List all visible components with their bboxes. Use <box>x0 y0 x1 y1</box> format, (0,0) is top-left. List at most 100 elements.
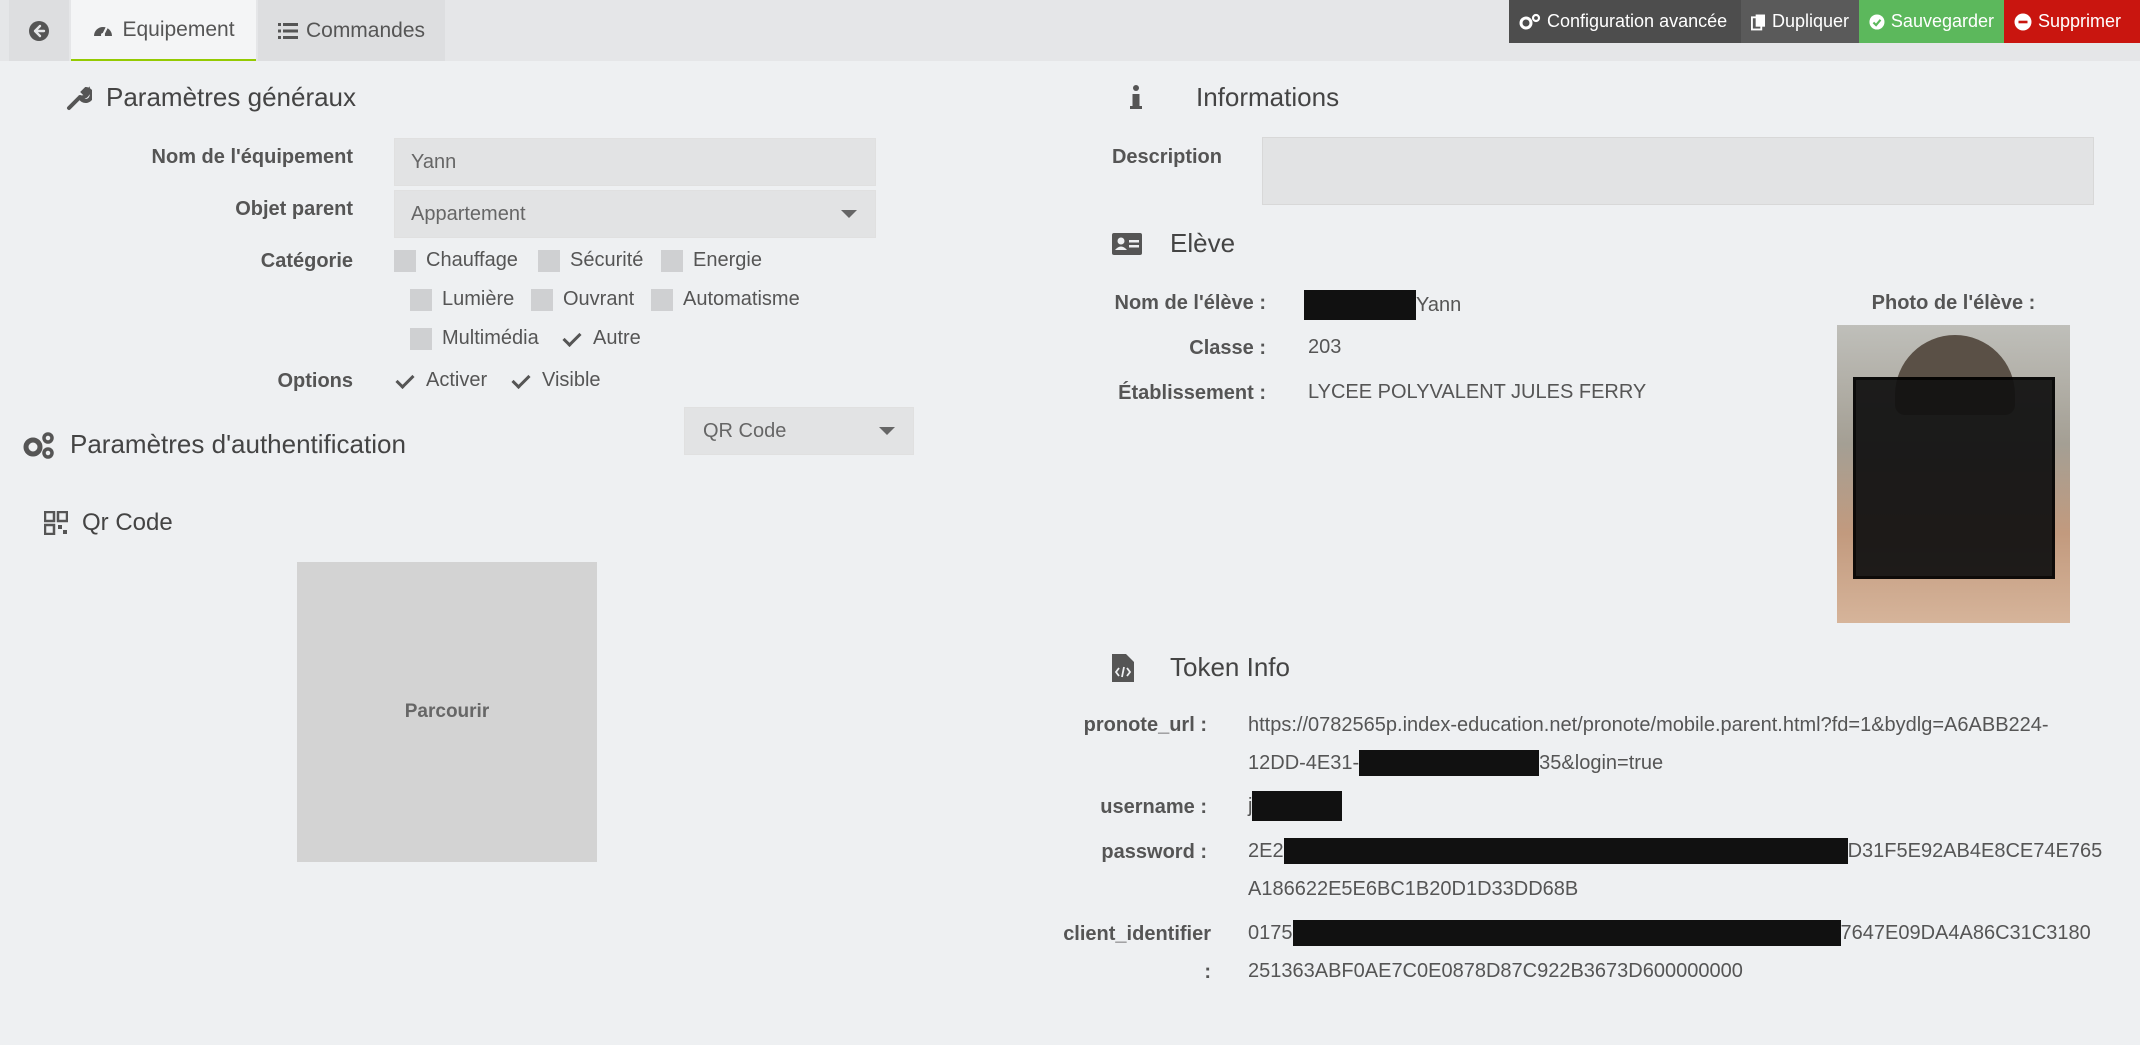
school-value: LYCEE POLYVALENT JULES FERRY <box>1308 381 1647 403</box>
category-checkbox[interactable]: Sécurité <box>538 249 643 272</box>
category-label-text: Automatisme <box>683 288 800 310</box>
id-card-icon <box>1112 232 1142 255</box>
checkbox-box <box>510 370 532 392</box>
save-button[interactable]: Sauvegarder <box>1859 0 2004 43</box>
delete-label: Supprimer <box>2038 11 2122 31</box>
info-section-title: Informations <box>1130 82 1339 113</box>
qr-upload-area[interactable]: Parcourir <box>297 562 597 862</box>
auth-mode-select[interactable]: QR Code <box>684 407 914 455</box>
auth-mode-value: QR Code <box>703 419 787 442</box>
category-checkbox[interactable]: Automatisme <box>651 288 800 311</box>
visible-checkbox[interactable]: Visible <box>510 369 601 392</box>
checkbox-box <box>651 288 673 311</box>
general-title-text: Paramètres généraux <box>106 82 357 112</box>
student-photo <box>1837 325 2070 623</box>
duplicate-button[interactable]: Dupliquer <box>1741 0 1859 43</box>
password-part: D31F5E92AB4E8CE74E765 <box>1847 840 2103 862</box>
delete-button[interactable]: Supprimer <box>2004 0 2140 43</box>
student-photo-label: Photo de l'élève : <box>1871 292 2036 314</box>
checkbox-box <box>394 249 416 272</box>
client-label-line: : <box>1204 961 1211 983</box>
category-checkbox[interactable]: Autre <box>561 327 641 350</box>
info-icon <box>1130 84 1142 109</box>
info-title-text: Informations <box>1196 82 1340 112</box>
client-label-line: client_identifier <box>1063 923 1211 945</box>
cogs-icon <box>23 431 54 459</box>
browse-label: Parcourir <box>404 701 490 722</box>
student-section-title: Elève <box>1112 228 1235 259</box>
category-checkbox[interactable]: Energie <box>661 249 762 272</box>
token-title-text: Token Info <box>1170 652 1290 682</box>
option-label-text: Activer <box>426 369 488 391</box>
category-checkbox[interactable]: Lumière <box>410 288 514 311</box>
redaction-bar <box>1304 290 1416 320</box>
category-checkbox[interactable]: Chauffage <box>394 249 518 272</box>
save-label: Sauvegarder <box>1890 11 1994 31</box>
token-section-title: Token Info <box>1112 652 1290 683</box>
school-label: Établissement : <box>1118 382 1266 404</box>
password-line: 2E2 D31F5E92AB4E8CE74E765 <box>1248 832 2118 870</box>
chevron-down-icon <box>879 427 895 435</box>
redaction-bar <box>1292 920 1841 946</box>
parent-object-label: Objet parent <box>235 198 353 220</box>
dashboard-icon <box>94 26 113 37</box>
description-textarea[interactable] <box>1262 137 2094 205</box>
advanced-config-button[interactable]: Configuration avancée <box>1509 0 1741 43</box>
qr-title-text: Qr Code <box>82 509 173 536</box>
client-part: 7647E09DA4A86C31C3180 <box>1840 922 2091 944</box>
options-label: Options <box>277 370 353 392</box>
category-label-text: Lumière <box>442 288 515 310</box>
client-line: 0175 7647E09DA4A86C31C3180 <box>1248 914 2118 952</box>
tab-equipement[interactable]: Equipement <box>71 0 256 61</box>
password-label: password : <box>1101 841 1207 863</box>
equipment-name-value: Yann <box>411 150 457 173</box>
pronote-url-value: https://0782565p.index-education.net/pro… <box>1248 706 2118 782</box>
qrcode-icon <box>44 511 68 535</box>
url-part: 35&login=true <box>1539 752 1664 774</box>
qr-section-title: Qr Code <box>44 509 173 537</box>
client-identifier-value: 0175 7647E09DA4A86C31C3180 251363ABF0AE7… <box>1248 914 2118 990</box>
student-first-name: Yann <box>1416 293 1462 316</box>
cogs-icon <box>1519 13 1541 29</box>
duplicate-label: Dupliquer <box>1771 11 1849 31</box>
client-line: 251363ABF0AE7C0E0878D87C922B3673D6000000… <box>1248 960 1743 982</box>
back-tab[interactable] <box>9 0 69 61</box>
general-section-title: Paramètres généraux <box>66 82 356 113</box>
category-label: Catégorie <box>260 250 353 272</box>
copy-icon <box>1751 14 1766 30</box>
description-label: Description <box>1111 146 1222 168</box>
redaction-bar <box>1853 377 2055 579</box>
auth-section-title: Paramètres d'authentification <box>22 429 406 460</box>
checkbox-box <box>410 327 432 350</box>
category-label-text: Sécurité <box>570 249 644 271</box>
file-code-icon <box>1112 653 1134 682</box>
category-label-text: Ouvrant <box>563 288 635 310</box>
pronote-url-label: pronote_url : <box>1083 714 1207 736</box>
advanced-config-label: Configuration avancée <box>1547 11 1728 31</box>
parent-object-select[interactable]: Appartement <box>394 190 876 238</box>
client-part: 0175 <box>1248 922 1293 944</box>
username-value: j <box>1248 787 1343 825</box>
enable-checkbox[interactable]: Activer <box>394 369 487 392</box>
redaction-bar <box>1252 791 1343 821</box>
equipment-name-input[interactable]: Yann <box>394 138 876 186</box>
chevron-down-icon <box>841 210 857 218</box>
password-line: A186622E5E6BC1B20D1D33DD68B <box>1248 878 1579 900</box>
password-value: 2E2 D31F5E92AB4E8CE74E765 A186622E5E6BC1… <box>1248 832 2118 908</box>
list-icon <box>277 22 298 39</box>
tab-commandes-label: Commandes <box>305 18 426 42</box>
redaction-bar <box>1359 750 1540 776</box>
category-label-text: Multimédia <box>442 327 539 349</box>
client-identifier-label: client_identifier : <box>1040 915 1211 991</box>
category-checkbox[interactable]: Multimédia <box>410 327 539 350</box>
category-label-text: Chauffage <box>426 249 518 271</box>
minus-circle-icon <box>2014 13 2032 30</box>
wrench-icon <box>67 85 92 110</box>
parent-object-value: Appartement <box>411 202 526 225</box>
checkbox-box <box>538 249 560 272</box>
tab-commandes[interactable]: Commandes <box>258 0 445 61</box>
checkbox-box <box>531 288 553 311</box>
category-checkbox[interactable]: Ouvrant <box>531 288 634 311</box>
url-line: 12DD-4E31- 35&login=true <box>1248 744 2118 782</box>
checkbox-box <box>410 288 432 311</box>
